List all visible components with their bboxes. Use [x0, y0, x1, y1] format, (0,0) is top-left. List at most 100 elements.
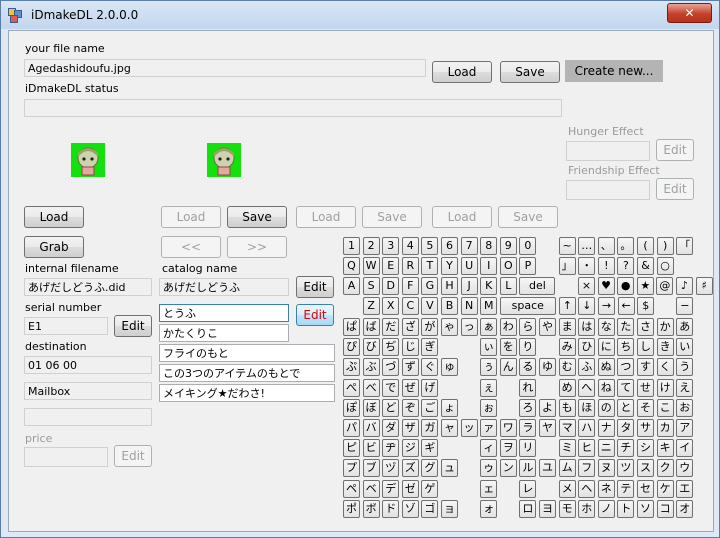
- key-button[interactable]: ざ: [401, 318, 419, 336]
- key-button[interactable]: お: [676, 398, 694, 417]
- key-button[interactable]: @: [656, 277, 674, 295]
- key-button[interactable]: ゆ: [539, 358, 556, 377]
- key-button[interactable]: ば: [362, 318, 380, 336]
- key-button[interactable]: N: [460, 297, 478, 315]
- key-button[interactable]: 、: [597, 237, 615, 255]
- key-button[interactable]: ベ: [362, 479, 380, 498]
- key-button[interactable]: の: [597, 398, 615, 417]
- key-button[interactable]: Y: [441, 257, 458, 275]
- key-button[interactable]: で: [382, 378, 400, 397]
- key-button[interactable]: ユ: [539, 459, 556, 478]
- key-button[interactable]: ~: [558, 237, 576, 255]
- key-button[interactable]: ハ: [578, 419, 596, 437]
- key-button[interactable]: ★: [636, 277, 654, 295]
- key-button[interactable]: こ: [656, 398, 674, 417]
- key-button[interactable]: べ: [362, 378, 380, 397]
- key-button[interactable]: ッ: [460, 419, 478, 437]
- key-button[interactable]: そ: [637, 398, 654, 417]
- key-button[interactable]: パ: [343, 419, 360, 437]
- key-button[interactable]: ロ: [519, 499, 537, 518]
- key-button[interactable]: す: [637, 358, 654, 377]
- key-button[interactable]: ラ: [519, 419, 537, 437]
- key-button[interactable]: ぱ: [343, 318, 360, 336]
- key-button[interactable]: ク: [656, 459, 674, 478]
- key-button[interactable]: づ: [382, 358, 400, 377]
- key-button[interactable]: ち: [617, 338, 635, 357]
- key-button[interactable]: R: [401, 257, 419, 275]
- key-button[interactable]: D: [382, 277, 400, 295]
- key-button[interactable]: ジ: [401, 439, 419, 458]
- key-button[interactable]: 3: [382, 237, 400, 255]
- key-button[interactable]: &: [637, 257, 654, 275]
- key-button[interactable]: ど: [382, 398, 400, 417]
- key-button[interactable]: ュ: [441, 459, 458, 478]
- key-button[interactable]: り: [519, 338, 537, 357]
- key-button[interactable]: ゲ: [421, 479, 439, 498]
- key-button[interactable]: れ: [519, 378, 537, 397]
- key-button[interactable]: ン: [499, 459, 517, 478]
- key-button[interactable]: 1: [343, 237, 360, 255]
- key-button[interactable]: ツ: [617, 459, 635, 478]
- key-button[interactable]: ペ: [343, 479, 360, 498]
- key-button[interactable]: ホ: [578, 499, 596, 518]
- key-button[interactable]: ザ: [401, 419, 419, 437]
- key-button[interactable]: き: [656, 338, 674, 357]
- close-button[interactable]: ✕: [667, 3, 712, 23]
- key-button[interactable]: ギ: [421, 439, 439, 458]
- key-button[interactable]: 8: [480, 237, 498, 255]
- key-button[interactable]: P: [519, 257, 537, 275]
- key-button[interactable]: う: [676, 358, 694, 377]
- key-button[interactable]: シ: [637, 439, 654, 458]
- key-button[interactable]: セ: [637, 479, 654, 498]
- key-button[interactable]: ぇ: [480, 378, 498, 397]
- key-button[interactable]: (: [637, 237, 654, 255]
- key-button[interactable]: ず: [401, 358, 419, 377]
- key-button[interactable]: ヲ: [499, 439, 517, 458]
- key-button[interactable]: ?: [617, 257, 635, 275]
- key-button[interactable]: W: [362, 257, 380, 275]
- key-button[interactable]: え: [676, 378, 694, 397]
- key-button[interactable]: X: [382, 297, 400, 315]
- key-button[interactable]: ぴ: [343, 338, 360, 357]
- key-button[interactable]: ぞ: [401, 398, 419, 417]
- key-button[interactable]: ぬ: [597, 358, 615, 377]
- key-button[interactable]: ぁ: [480, 318, 498, 336]
- key-button[interactable]: ぎ: [421, 338, 439, 357]
- key-button[interactable]: を: [499, 338, 517, 357]
- key-button[interactable]: ゥ: [480, 459, 498, 478]
- key-button[interactable]: ワ: [499, 419, 517, 437]
- key-button[interactable]: L: [499, 277, 517, 295]
- key-button[interactable]: コ: [656, 499, 674, 518]
- key-button[interactable]: ケ: [656, 479, 674, 498]
- key-button[interactable]: め: [558, 378, 576, 397]
- key-button[interactable]: げ: [421, 378, 439, 397]
- key-button[interactable]: ぐ: [421, 358, 439, 377]
- key-button[interactable]: あ: [676, 318, 694, 336]
- key-button[interactable]: ご: [421, 398, 439, 417]
- key-button[interactable]: ズ: [401, 459, 419, 478]
- key-button[interactable]: G: [421, 277, 439, 295]
- key-button[interactable]: は: [578, 318, 596, 336]
- key-button[interactable]: ヂ: [382, 439, 400, 458]
- key-button[interactable]: 6: [441, 237, 458, 255]
- key-button[interactable]: K: [480, 277, 498, 295]
- key-button[interactable]: や: [539, 318, 556, 336]
- key-button[interactable]: F: [401, 277, 419, 295]
- key-button[interactable]: ぃ: [480, 338, 498, 357]
- key-button[interactable]: か: [656, 318, 674, 336]
- key-button[interactable]: ヌ: [597, 459, 615, 478]
- key-button[interactable]: ビ: [362, 439, 380, 458]
- key-button[interactable]: く: [656, 358, 674, 377]
- key-button[interactable]: 「: [676, 237, 694, 255]
- key-button[interactable]: ム: [558, 459, 576, 478]
- key-button[interactable]: ぽ: [343, 398, 360, 417]
- key-button[interactable]: ネ: [597, 479, 615, 498]
- key-button[interactable]: 0: [519, 237, 537, 255]
- key-button[interactable]: ): [656, 237, 674, 255]
- key-button[interactable]: ぅ: [480, 358, 498, 377]
- key-button[interactable]: ゾ: [401, 499, 419, 518]
- key-button[interactable]: レ: [519, 479, 537, 498]
- key-button[interactable]: 。: [617, 237, 635, 255]
- key-button[interactable]: ●: [617, 277, 635, 295]
- key-button[interactable]: ひ: [578, 338, 596, 357]
